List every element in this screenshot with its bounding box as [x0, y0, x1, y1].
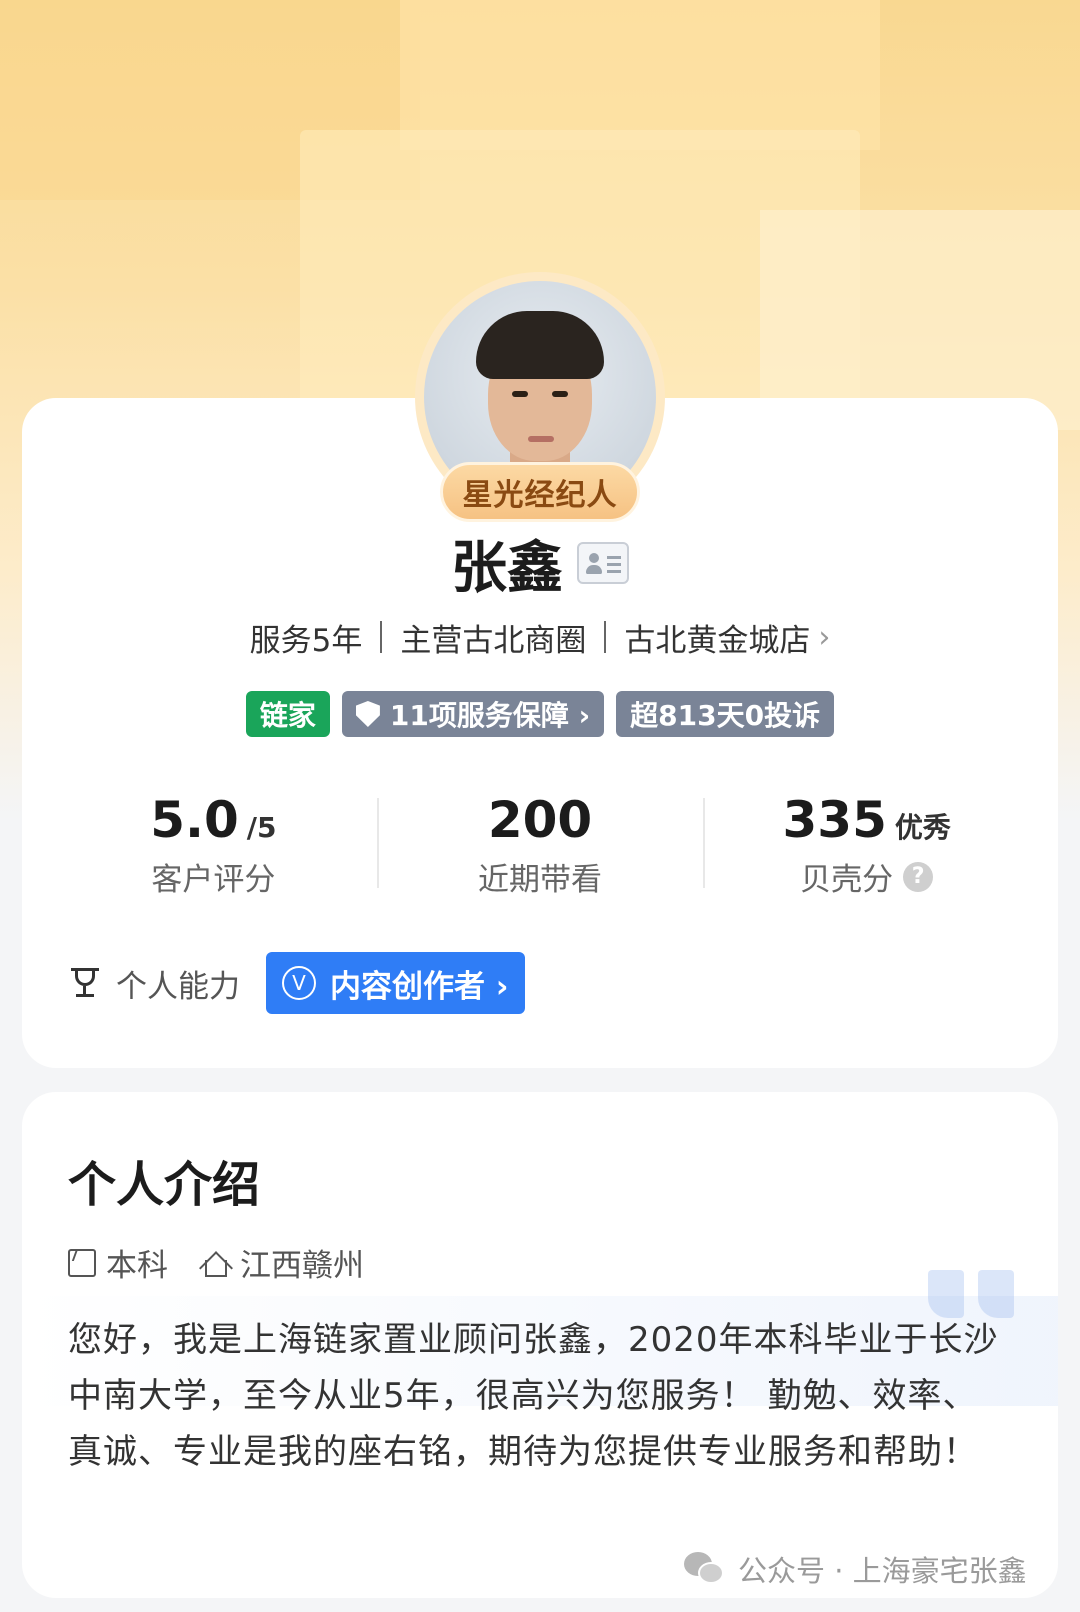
guarantee-label: 11项服务保障 › — [389, 699, 591, 732]
wechat-icon — [684, 1552, 726, 1586]
star-agent-badge: 星光经纪人 — [440, 462, 640, 522]
store-link[interactable]: 古北黄金城店 — [624, 615, 810, 660]
agent-name: 张鑫 — [451, 535, 563, 601]
stat-rating: 5.0/5 客户评分 — [50, 790, 377, 900]
guarantee-tag[interactable]: 11项服务保障 › — [341, 691, 605, 737]
question-icon[interactable]: ? — [903, 861, 934, 892]
rating-value: 5.0 — [150, 791, 239, 849]
chevron-right-icon[interactable]: › — [818, 620, 830, 655]
education-item: 本科 — [68, 1240, 168, 1285]
divider — [380, 621, 383, 653]
trophy-icon — [68, 966, 102, 1000]
house-icon — [199, 1249, 233, 1285]
education-label: 本科 — [106, 1248, 168, 1284]
business-area: 主营古北商圈 — [400, 622, 587, 659]
content-creator-button[interactable]: V 内容创作者 › — [266, 952, 525, 1014]
stat-viewings: 200 近期带看 — [376, 790, 704, 900]
stat-beike-score: 335 优秀 贝壳分? — [703, 790, 1030, 900]
viewings-label: 近期带看 — [478, 862, 602, 898]
service-years: 服务5年 — [249, 622, 363, 659]
hometown-item: 江西赣州 — [199, 1240, 364, 1285]
stats-row: 5.0/5 客户评分 200 近期带看 335 优秀 贝壳分? — [50, 790, 1030, 900]
brand-tag: 链家 — [245, 691, 330, 737]
divider — [604, 621, 607, 653]
agent-meta: 服务5年 主营古北商圈 古北黄金城店 › — [0, 612, 1080, 662]
intro-text: 您好，我是上海链家置业顾问张鑫，2020年本科毕业于长沙中南大学，至今从业5年，… — [68, 1320, 999, 1472]
viewings-value: 200 — [487, 791, 593, 849]
intro-meta: 本科 江西赣州 — [68, 1240, 398, 1285]
hometown-label: 江西赣州 — [240, 1248, 364, 1284]
v-icon: V — [282, 966, 316, 1000]
watermark: 公众号 · 上海豪宅张鑫 — [684, 1548, 1027, 1590]
shield-icon — [355, 701, 380, 727]
ability-row: 个人能力 V 内容创作者 › — [68, 952, 525, 1014]
score-label: 贝壳分 — [800, 862, 894, 898]
intro-title: 个人介绍 — [68, 1157, 261, 1213]
id-card-icon[interactable] — [577, 542, 629, 584]
book-icon — [68, 1248, 96, 1277]
name-row: 张鑫 — [0, 528, 1080, 601]
rating-suffix: /5 — [246, 811, 277, 844]
score-value: 335 — [782, 791, 887, 849]
ability-label: 个人能力 — [116, 968, 240, 1005]
score-grade: 优秀 — [894, 811, 951, 844]
content-creator-label: 内容创作者 › — [330, 968, 509, 1005]
no-complaint-tag: 超813天0投诉 — [616, 691, 835, 737]
rating-label: 客户评分 — [151, 862, 276, 898]
watermark-text: 公众号 · 上海豪宅张鑫 — [738, 1554, 1027, 1588]
tags-row: 链家 11项服务保障 › 超813天0投诉 — [0, 690, 1080, 738]
